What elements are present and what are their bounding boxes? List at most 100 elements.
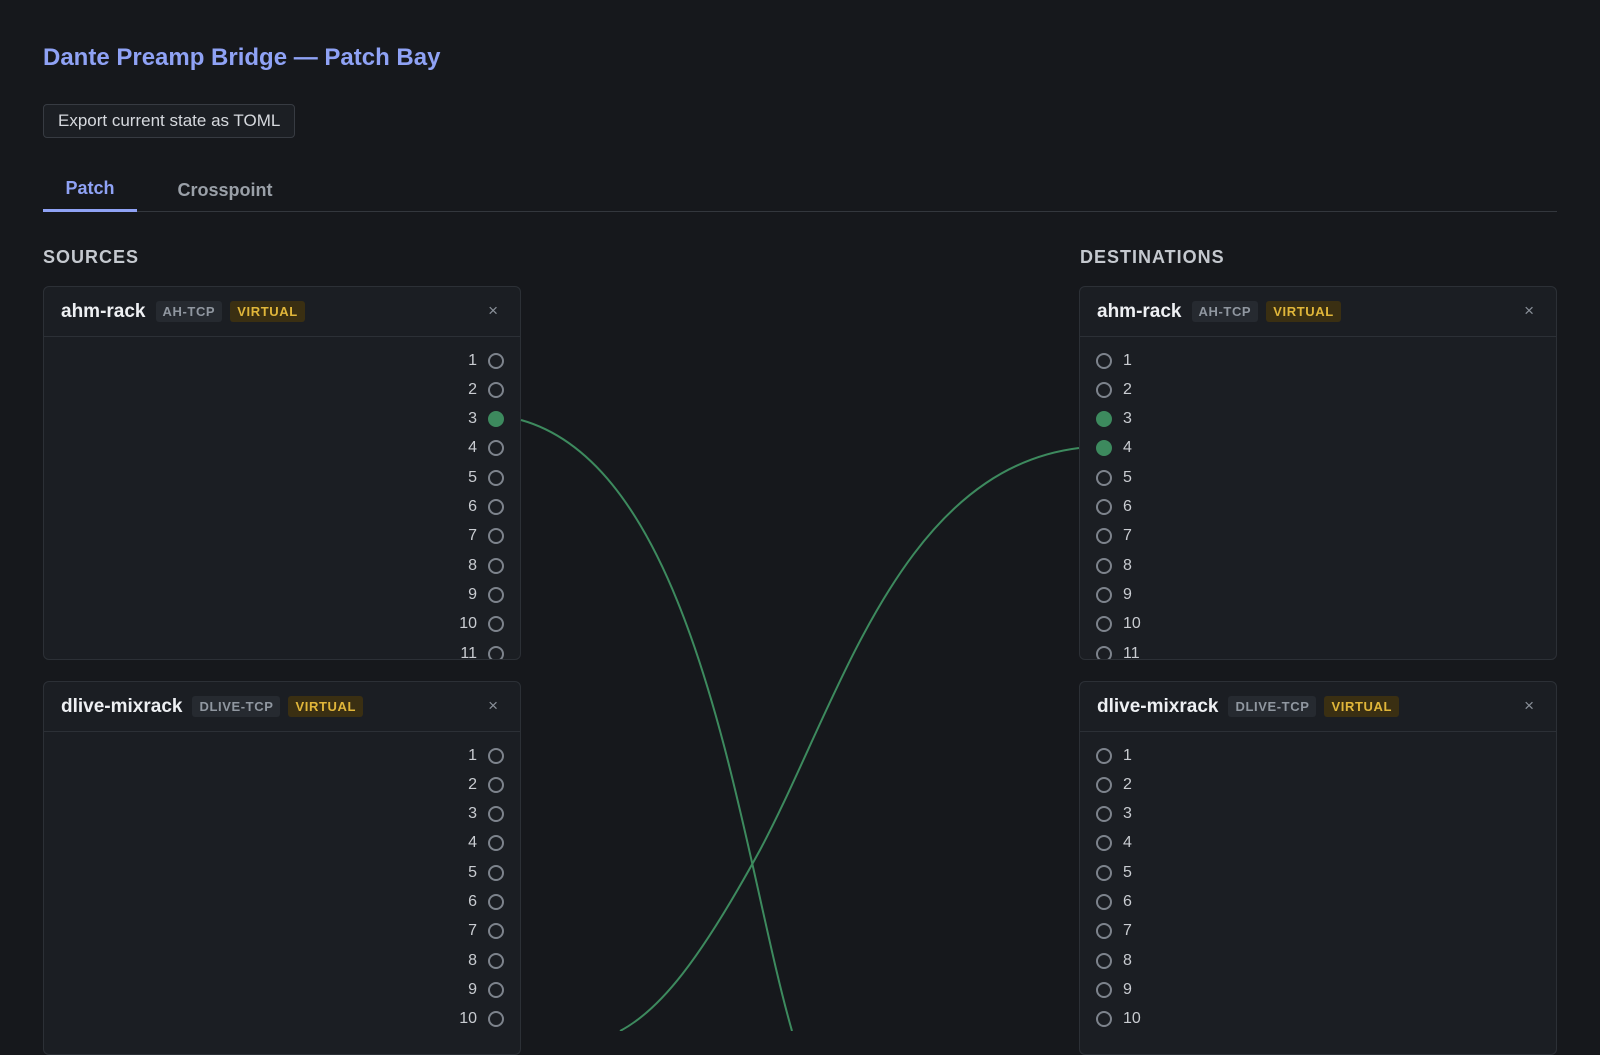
- port-connector-icon[interactable]: [1096, 835, 1112, 852]
- port-row[interactable]: 7: [447, 522, 504, 551]
- port-connector-icon[interactable]: [488, 440, 504, 457]
- source-card-dlive-mixrack: dlive-mixrack DLIVE-TCP VIRTUAL × 1 2 3 4 5 6…: [43, 681, 521, 1055]
- port-row[interactable]: 2: [1096, 375, 1132, 404]
- port-row[interactable]: 5: [447, 463, 504, 492]
- port-connector-icon[interactable]: [1096, 528, 1112, 545]
- close-icon[interactable]: ×: [1524, 301, 1534, 321]
- port-connector-icon[interactable]: [488, 806, 504, 823]
- port-connector-icon[interactable]: [1096, 499, 1112, 515]
- port-row[interactable]: 10: [1096, 610, 1141, 639]
- port-row[interactable]: 8: [1096, 551, 1132, 580]
- port-row[interactable]: 10: [447, 1005, 504, 1034]
- port-row[interactable]: 3: [1096, 800, 1132, 829]
- port-connector-icon[interactable]: [488, 981, 504, 998]
- port-connector-icon[interactable]: [488, 381, 504, 398]
- port-row[interactable]: 4: [1096, 829, 1132, 858]
- port-row[interactable]: 9: [1096, 975, 1132, 1004]
- port-row[interactable]: 8: [447, 551, 504, 580]
- port-row[interactable]: 3: [447, 800, 504, 829]
- port-connector-icon[interactable]: [1096, 352, 1112, 369]
- port-row[interactable]: 6: [447, 888, 504, 917]
- port-connector-icon[interactable]: [1096, 645, 1112, 659]
- port-connector-icon[interactable]: [1096, 806, 1112, 823]
- port-row[interactable]: 5: [447, 858, 504, 887]
- port-connector-icon[interactable]: [488, 645, 504, 659]
- port-connector-icon[interactable]: [488, 864, 504, 881]
- port-connector-icon[interactable]: [488, 557, 504, 574]
- port-connector-icon[interactable]: [1096, 776, 1112, 793]
- port-connector-icon[interactable]: [488, 894, 504, 910]
- port-connector-icon[interactable]: [488, 952, 504, 969]
- port-connector-icon[interactable]: [1096, 411, 1112, 428]
- port-row[interactable]: 5: [1096, 463, 1132, 492]
- close-icon[interactable]: ×: [488, 301, 498, 321]
- close-icon[interactable]: ×: [1524, 696, 1534, 716]
- port-connector-icon[interactable]: [1096, 1011, 1112, 1028]
- port-row[interactable]: 10: [1096, 1005, 1141, 1034]
- port-number: 10: [459, 615, 477, 633]
- port-connector-icon[interactable]: [488, 776, 504, 793]
- port-connector-icon[interactable]: [488, 352, 504, 369]
- port-connector-icon[interactable]: [1096, 981, 1112, 998]
- port-row[interactable]: 8: [447, 946, 504, 975]
- port-connector-icon[interactable]: [1096, 469, 1112, 486]
- port-row[interactable]: 11: [447, 639, 504, 659]
- port-row[interactable]: 9: [447, 975, 504, 1004]
- port-row[interactable]: 9: [447, 580, 504, 609]
- port-row[interactable]: 3: [447, 405, 504, 434]
- port-connector-icon[interactable]: [488, 923, 504, 940]
- card-header: ahm-rack AH-TCP VIRTUAL ×: [1080, 287, 1556, 337]
- port-row[interactable]: 11: [1096, 639, 1140, 659]
- port-row[interactable]: 4: [1096, 434, 1132, 463]
- port-connector-icon[interactable]: [488, 469, 504, 486]
- port-row[interactable]: 7: [1096, 522, 1132, 551]
- port-row[interactable]: 1: [447, 346, 504, 375]
- port-row[interactable]: 2: [447, 770, 504, 799]
- port-row[interactable]: 1: [1096, 346, 1132, 375]
- port-connector-icon[interactable]: [488, 499, 504, 515]
- port-connector-icon[interactable]: [488, 616, 504, 633]
- port-row[interactable]: 7: [447, 917, 504, 946]
- destination-card-ahm-rack: ahm-rack AH-TCP VIRTUAL × 1 2 3 4 5 6 7 8 9 10 11: [1079, 286, 1557, 660]
- port-connector-icon[interactable]: [488, 747, 504, 764]
- port-connector-icon[interactable]: [488, 586, 504, 603]
- port-row[interactable]: 6: [1096, 493, 1132, 522]
- port-row[interactable]: 4: [447, 434, 504, 463]
- close-icon[interactable]: ×: [488, 696, 498, 716]
- port-connector-icon[interactable]: [488, 411, 504, 428]
- port-row[interactable]: 2: [447, 375, 504, 404]
- port-row[interactable]: 10: [447, 610, 504, 639]
- port-row[interactable]: 4: [447, 829, 504, 858]
- port-number: 8: [1123, 951, 1132, 969]
- device-type-badge: AH-TCP: [155, 301, 223, 322]
- port-row[interactable]: 8: [1096, 946, 1132, 975]
- port-row[interactable]: 6: [1096, 888, 1132, 917]
- port-connector-icon[interactable]: [1096, 557, 1112, 574]
- port-connector-icon[interactable]: [1096, 952, 1112, 969]
- port-connector-icon[interactable]: [1096, 616, 1112, 633]
- port-connector-icon[interactable]: [1096, 381, 1112, 398]
- port-connector-icon[interactable]: [1096, 586, 1112, 603]
- export-toml-button[interactable]: Export current state as TOML: [43, 104, 296, 138]
- port-row[interactable]: 1: [1096, 741, 1132, 770]
- port-connector-icon[interactable]: [488, 1011, 504, 1028]
- tab-patch[interactable]: Patch: [43, 168, 137, 212]
- port-row[interactable]: 2: [1096, 770, 1132, 799]
- port-connector-icon[interactable]: [488, 835, 504, 852]
- port-connector-icon[interactable]: [488, 528, 504, 545]
- port-connector-icon[interactable]: [1096, 440, 1112, 457]
- port-connector-icon[interactable]: [1096, 864, 1112, 881]
- port-row[interactable]: 5: [1096, 858, 1132, 887]
- port-row[interactable]: 1: [447, 741, 504, 770]
- port-connector-icon[interactable]: [1096, 923, 1112, 940]
- port-number: 4: [468, 439, 477, 457]
- port-connector-icon[interactable]: [1096, 747, 1112, 764]
- port-row[interactable]: 6: [447, 493, 504, 522]
- port-row[interactable]: 7: [1096, 917, 1132, 946]
- port-connector-icon[interactable]: [1096, 894, 1112, 910]
- port-number: 2: [468, 775, 477, 793]
- port-row[interactable]: 9: [1096, 580, 1132, 609]
- tab-crosspoint[interactable]: Crosspoint: [170, 168, 280, 212]
- port-row[interactable]: 3: [1096, 405, 1132, 434]
- card-header: dlive-mixrack DLIVE-TCP VIRTUAL ×: [1080, 682, 1556, 732]
